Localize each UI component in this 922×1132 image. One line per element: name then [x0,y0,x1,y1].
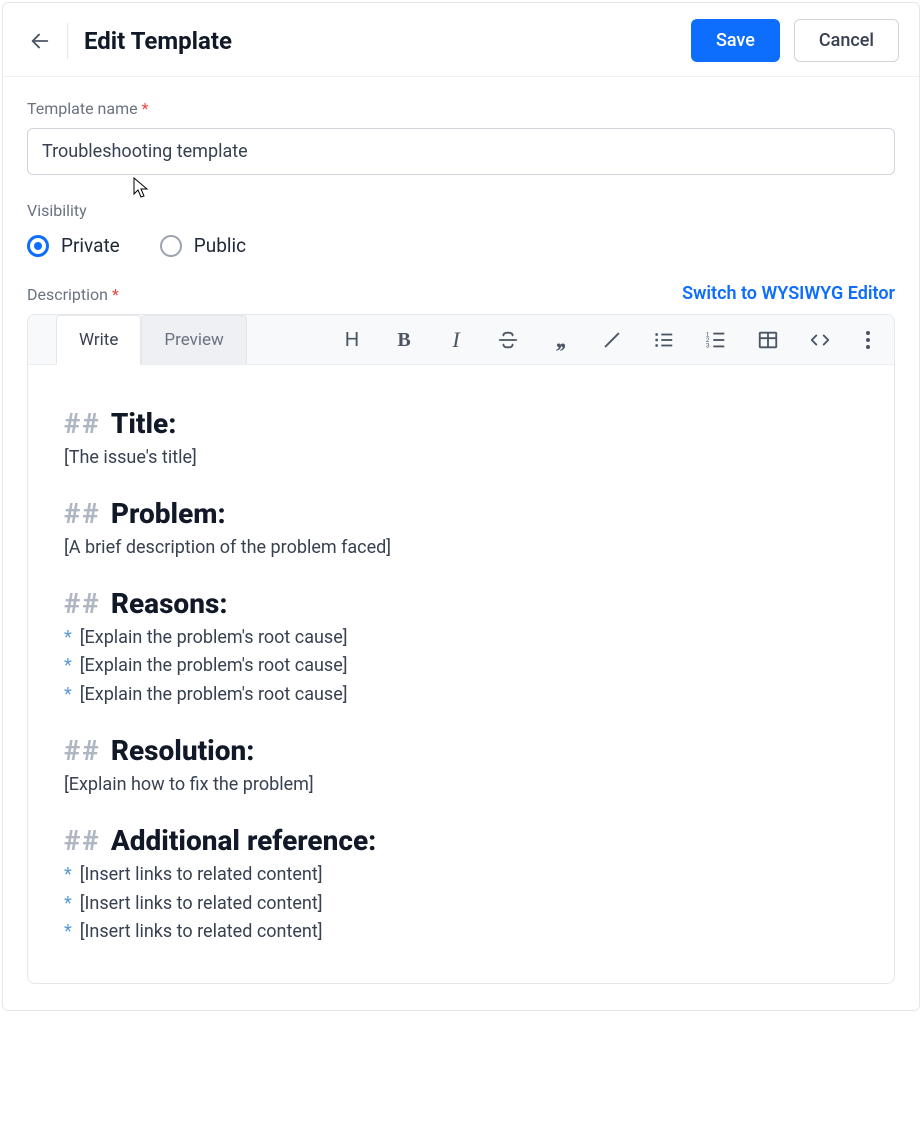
asterisk-icon: * [64,681,72,710]
cancel-button[interactable]: Cancel [794,19,899,62]
toolbar-icons: H B I ,, 123 [336,315,880,364]
svg-text:3: 3 [706,342,710,349]
unordered-list-icon[interactable] [652,328,676,352]
md-bullet-text: [Explain the problem's root cause] [80,624,348,653]
back-button[interactable] [23,24,57,58]
header-actions: Save Cancel [691,19,899,62]
code-icon[interactable] [808,328,832,352]
header-divider [67,23,68,59]
md-hash-icon: ## [64,824,101,857]
md-heading: ## Title: [64,407,858,440]
editor-content[interactable]: ## Title: [The issue's title] ## Problem: [A … [28,365,894,983]
visibility-section: Visibility Private Public [27,201,895,257]
description-label-text: Description [27,285,108,304]
md-heading-text: Problem: [111,497,226,530]
md-heading: ## Additional reference: [64,824,858,857]
md-section: ## Title: [The issue's title] [64,407,858,473]
md-bullet-text: [Explain the problem's root cause] [80,681,348,710]
ordered-list-icon[interactable]: 123 [704,328,728,352]
md-line: [A brief description of the problem face… [64,534,858,563]
md-hash-icon: ## [64,497,101,530]
md-heading: ## Reasons: [64,587,858,620]
radio-selected-icon [27,235,49,257]
horizontal-rule-icon[interactable] [600,328,624,352]
radio-unselected-icon [160,235,182,257]
switch-editor-link[interactable]: Switch to WYSIWYG Editor [682,283,895,304]
md-section: ## Problem: [A brief description of the pr… [64,497,858,563]
asterisk-icon: * [64,861,72,890]
markdown-editor: Write Preview H B I ,, [27,314,895,984]
md-heading-text: Reasons: [111,587,228,620]
quote-icon[interactable]: ,, [548,328,572,352]
md-hash-icon: ## [64,734,101,767]
md-bullet: * [Insert links to related content] [64,890,858,919]
md-hash-icon: ## [64,587,101,620]
required-indicator: * [112,285,119,304]
asterisk-icon: * [64,624,72,653]
table-icon[interactable] [756,328,780,352]
template-name-label: Template name * [27,99,895,118]
md-hash-icon: ## [64,407,101,440]
md-section: ## Additional reference: * [Insert links t… [64,824,858,947]
more-options-icon[interactable] [860,331,876,349]
required-indicator: * [142,99,149,118]
asterisk-icon: * [64,652,72,681]
md-heading: ## Resolution: [64,734,858,767]
md-heading: ## Problem: [64,497,858,530]
md-bullet-text: [Insert links to related content] [80,918,323,947]
md-section: ## Reasons: * [Explain the problem's root … [64,587,858,710]
md-bullet: * [Insert links to related content] [64,918,858,947]
md-bullet: * [Explain the problem's root cause] [64,681,858,710]
arrow-left-icon [29,29,51,53]
visibility-public-option[interactable]: Public [160,234,246,257]
description-header: Description * Switch to WYSIWYG Editor [27,283,895,304]
md-heading-text: Additional reference: [111,824,376,857]
md-line: [Explain how to fix the problem] [64,771,858,800]
cursor-icon [133,177,151,199]
page-header: Edit Template Save Cancel [3,3,919,77]
md-bullet: * [Insert links to related content] [64,861,858,890]
page-container: Edit Template Save Cancel Template name … [2,2,920,1011]
description-section: Description * Switch to WYSIWYG Editor W… [27,283,895,984]
md-heading-text: Resolution: [111,734,255,767]
page-title: Edit Template [84,27,691,55]
md-bullet-text: [Insert links to related content] [80,890,323,919]
visibility-label: Visibility [27,201,895,220]
md-bullet-text: [Insert links to related content] [80,861,323,890]
tab-preview[interactable]: Preview [141,315,246,364]
md-bullet: * [Explain the problem's root cause] [64,652,858,681]
visibility-public-label: Public [194,234,246,257]
md-section: ## Resolution: [Explain how to fix the pro… [64,734,858,800]
tab-write[interactable]: Write [56,315,141,365]
italic-icon[interactable]: I [444,328,468,352]
editor-tabs: Write Preview [28,315,247,364]
form-body: Template name * Visibility Private Publi… [3,77,919,1010]
description-label: Description * [27,285,119,304]
md-line: [The issue's title] [64,444,858,473]
md-bullet-text: [Explain the problem's root cause] [80,652,348,681]
save-button[interactable]: Save [691,19,780,62]
asterisk-icon: * [64,918,72,947]
editor-toolbar: Write Preview H B I ,, [28,315,894,365]
template-name-input[interactable] [27,128,895,175]
visibility-radio-group: Private Public [27,234,895,257]
template-name-label-text: Template name [27,99,138,118]
visibility-private-label: Private [61,234,120,257]
heading-icon[interactable]: H [340,328,364,352]
strikethrough-icon[interactable] [496,328,520,352]
visibility-private-option[interactable]: Private [27,234,120,257]
md-bullet: * [Explain the problem's root cause] [64,624,858,653]
bold-icon[interactable]: B [392,328,416,352]
asterisk-icon: * [64,890,72,919]
md-heading-text: Title: [111,407,177,440]
